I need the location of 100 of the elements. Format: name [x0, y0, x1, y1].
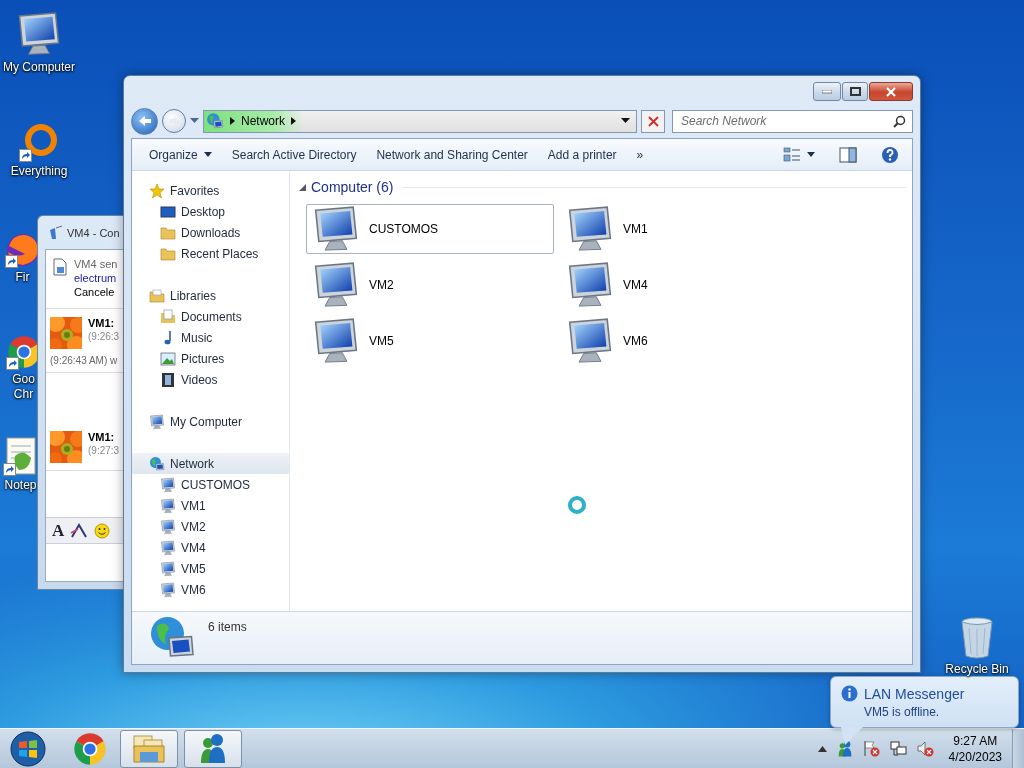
- caret-icon: [621, 118, 630, 124]
- nav-item[interactable]: Videos: [132, 369, 289, 390]
- folder-icon: [160, 224, 176, 241]
- maximize-icon: [849, 87, 861, 96]
- computer-icon: [160, 539, 176, 556]
- desktop-icon-label[interactable]: My Computer: [3, 60, 75, 75]
- transfer-state: Cancele: [74, 286, 116, 298]
- computer-item[interactable]: CUSTOMOS: [306, 204, 554, 254]
- shortcut-arrow-icon: [19, 149, 32, 162]
- nav-item[interactable]: Recent Places: [132, 243, 289, 264]
- nav-item[interactable]: VM1: [132, 495, 289, 516]
- window-title: VM4 - Con: [67, 226, 120, 239]
- toolbar-button[interactable]: Search Active Directory: [221, 143, 367, 166]
- more-button[interactable]: »: [626, 143, 654, 166]
- minimize-icon: [822, 89, 832, 94]
- network-icon: [206, 112, 224, 130]
- nav-item[interactable]: My Computer: [132, 411, 289, 432]
- picture-frame-icon: [160, 350, 176, 367]
- address-bar[interactable]: Network: [203, 109, 637, 133]
- forward-button[interactable]: [162, 109, 186, 133]
- font-button[interactable]: A: [52, 520, 65, 541]
- nav-item[interactable]: Documents: [132, 306, 289, 327]
- nav-item[interactable]: Favorites: [132, 180, 289, 201]
- desktop-icon-label[interactable]: Recycle Bin: [945, 662, 1009, 677]
- font-color-icon: [70, 522, 89, 539]
- network-icon: [889, 740, 907, 757]
- start-orb-icon: [9, 729, 47, 768]
- caret-icon: [190, 118, 199, 124]
- chat-app-icon: [47, 224, 63, 241]
- desktop-icon-label[interactable]: Fir: [15, 270, 30, 285]
- computer-item[interactable]: VM6: [560, 316, 808, 366]
- stop-button[interactable]: [641, 109, 665, 133]
- show-hidden-icon: [817, 745, 827, 752]
- clock[interactable]: 9:27 AM 4/20/2023: [938, 732, 1012, 765]
- nav-item[interactable]: CUSTOMOS: [132, 474, 289, 495]
- taskbar-button[interactable]: [184, 729, 242, 768]
- nav-item[interactable]: VM5: [132, 558, 289, 579]
- back-button[interactable]: [131, 107, 158, 135]
- document-icon: [160, 308, 176, 325]
- collapse-icon: [299, 183, 306, 191]
- desktop-icon-label[interactable]: Everything: [10, 164, 68, 179]
- chevron-icon: [291, 117, 296, 125]
- group-header: Computer (6): [311, 179, 394, 195]
- computer-icon: [160, 581, 176, 598]
- desktop-icon: [160, 203, 176, 220]
- computer-icon: [160, 560, 176, 577]
- nav-item[interactable]: Libraries: [132, 285, 289, 306]
- computer-icon: [149, 413, 165, 430]
- back-arrow-icon: [137, 115, 152, 127]
- computer-icon: [160, 497, 176, 514]
- computer-item[interactable]: VM2: [306, 260, 554, 310]
- nav-item[interactable]: Music: [132, 327, 289, 348]
- folder-icon: [132, 733, 166, 764]
- file-icon: [52, 258, 68, 276]
- message-text: (9:26:43 AM) w: [50, 355, 119, 366]
- nav-item[interactable]: VM4: [132, 537, 289, 558]
- close-button[interactable]: [869, 82, 913, 101]
- message-sender: VM1:: [88, 317, 116, 329]
- taskbar-button[interactable]: [120, 729, 178, 768]
- desktop-icon-label[interactable]: Goo Chr: [10, 372, 37, 402]
- nav-item[interactable]: Downloads: [132, 222, 289, 243]
- star-icon: [149, 182, 165, 199]
- volume-icon: [916, 740, 934, 757]
- nav-item[interactable]: VM6: [132, 579, 289, 600]
- nav-item[interactable]: Pictures: [132, 348, 289, 369]
- shortcut-arrow-icon: [5, 357, 19, 370]
- computer-item[interactable]: VM4: [560, 260, 808, 310]
- message-time: (9:26:3: [88, 331, 120, 342]
- info-icon: [841, 685, 858, 702]
- computer-icon: [160, 518, 176, 535]
- toolbar-button[interactable]: Network and Sharing Center: [366, 143, 538, 166]
- notification-title: LAN Messenger: [864, 685, 965, 702]
- nav-item[interactable]: Desktop: [132, 201, 289, 222]
- toolbar-button[interactable]: Add a printer: [537, 143, 627, 166]
- nav-item[interactable]: Network: [132, 453, 289, 474]
- close-icon: [647, 115, 659, 127]
- forward-arrow-icon: [168, 116, 180, 126]
- library-icon: [149, 287, 165, 304]
- flag-icon: [862, 740, 880, 757]
- busy-cursor-icon: [567, 495, 587, 515]
- file-link[interactable]: electrum: [74, 272, 118, 284]
- chevron-icon: [230, 117, 235, 125]
- computer-item[interactable]: VM1: [560, 204, 808, 254]
- caret-icon: [203, 152, 212, 157]
- search-icon: [893, 114, 906, 128]
- transfer-status: VM4 sen: [74, 258, 118, 270]
- people-icon: [198, 732, 228, 765]
- help-icon: [881, 145, 899, 164]
- computer-icon: [160, 476, 176, 493]
- computer-item[interactable]: VM5: [306, 316, 554, 366]
- close-icon: [885, 86, 897, 97]
- desktop-icon-label[interactable]: Notep: [4, 478, 37, 493]
- maximize-button[interactable]: [842, 82, 868, 101]
- smiley-icon: [94, 522, 111, 539]
- nav-item[interactable]: VM2: [132, 516, 289, 537]
- message-sender: VM1:: [88, 431, 116, 443]
- toolbar-button[interactable]: Organize: [139, 143, 222, 166]
- caret-icon: [807, 152, 815, 157]
- film-icon: [160, 371, 176, 388]
- search-field[interactable]: Search Network: [672, 109, 913, 133]
